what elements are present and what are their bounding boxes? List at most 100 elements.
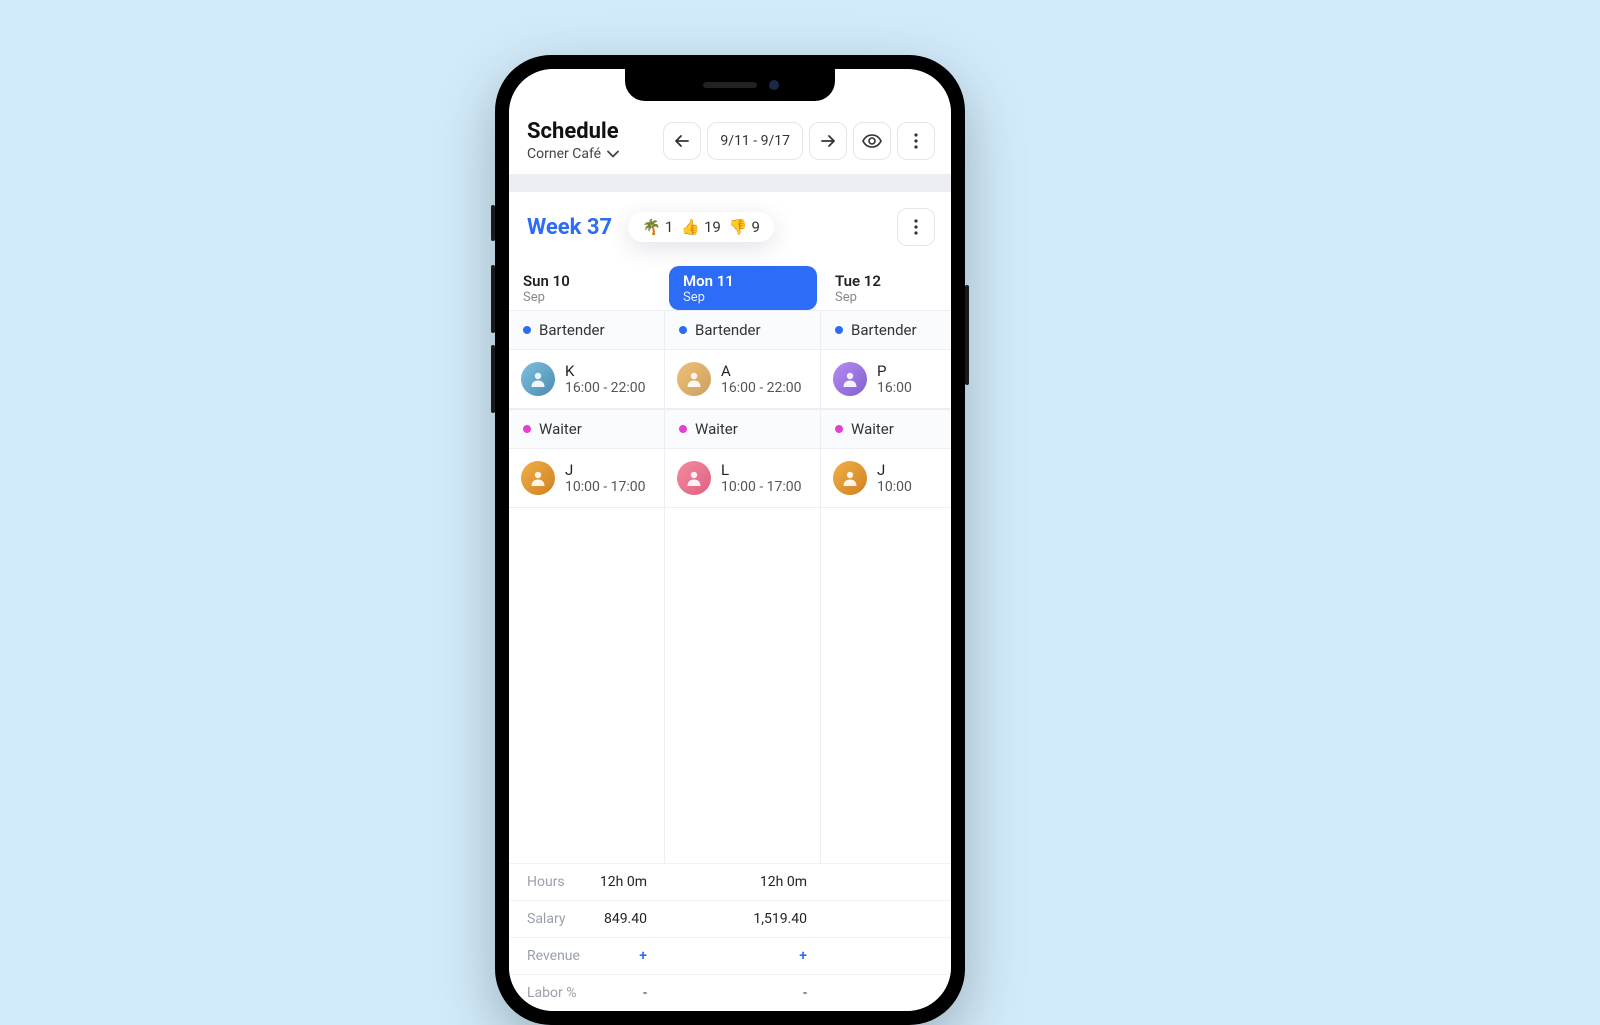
summary-value: - xyxy=(593,975,665,1011)
role-label: Waiter xyxy=(539,420,582,438)
volume-down-button xyxy=(491,345,495,413)
role-cell[interactable]: Bartender xyxy=(509,311,665,349)
shift-cell[interactable]: J 10:00 - 17:00 xyxy=(509,449,665,508)
view-button[interactable] xyxy=(853,122,891,160)
week-left: Week 37 🌴 1 👍 19 👎 9 xyxy=(527,212,774,242)
header-title-block: Schedule Corner Café xyxy=(527,119,619,162)
week-label[interactable]: Week 37 xyxy=(527,215,612,240)
summary-row-salary: Salary 849.40 1,519.40 xyxy=(509,900,951,937)
add-revenue-button[interactable]: + xyxy=(665,938,821,974)
location-name: Corner Café xyxy=(527,146,601,162)
shift-time: 16:00 - 22:00 xyxy=(565,380,646,396)
phone-frame: Schedule Corner Café xyxy=(495,55,965,1025)
shift-cell[interactable]: L 10:00 - 17:00 xyxy=(665,449,821,508)
role-label: Bartender xyxy=(539,321,605,339)
summary-row-revenue: Revenue + + xyxy=(509,937,951,974)
summary-value: - xyxy=(665,975,821,1011)
role-cell[interactable]: Bartender xyxy=(821,311,951,349)
shift-cell[interactable]: A 16:00 - 22:00 xyxy=(665,350,821,409)
stat-vacation-value: 1 xyxy=(665,218,673,236)
shift-cell[interactable]: J 10:00 xyxy=(821,449,951,508)
arrow-left-icon xyxy=(674,134,690,148)
role-label: Waiter xyxy=(695,420,738,438)
role-label: Bartender xyxy=(851,321,917,339)
employee-name: P xyxy=(877,362,912,380)
stat-declined: 👎 9 xyxy=(729,218,760,236)
role-cell[interactable]: Waiter xyxy=(509,410,665,448)
shift-info: P 16:00 xyxy=(877,362,912,396)
stat-approved-value: 19 xyxy=(704,218,721,236)
day-tabs: Sun 10 Sep Mon 11 Sep Tue 12 Sep xyxy=(509,266,951,310)
summary-value: 849.40 xyxy=(593,901,665,937)
employee-name: A xyxy=(721,362,802,380)
avatar xyxy=(521,362,555,396)
shift-time: 16:00 - 22:00 xyxy=(721,380,802,396)
day-tab-tue[interactable]: Tue 12 Sep xyxy=(821,266,951,310)
stat-approved: 👍 19 xyxy=(681,218,721,236)
shift-info: J 10:00 xyxy=(877,461,912,495)
shift-time: 10:00 xyxy=(877,479,912,495)
role-cell[interactable]: Waiter xyxy=(821,410,951,448)
summary-row-hours: Hours 12h 0m 12h 0m xyxy=(509,863,951,900)
date-range-button[interactable]: 9/11 - 9/17 xyxy=(707,122,803,160)
palm-tree-icon: 🌴 xyxy=(642,218,661,236)
stat-declined-value: 9 xyxy=(752,218,760,236)
summary-table: Hours 12h 0m 12h 0m Salary 849.40 1,519.… xyxy=(509,863,951,1011)
day-month: Sep xyxy=(683,290,817,305)
empty-grid-area xyxy=(509,508,951,863)
date-range-text: 9/11 - 9/17 xyxy=(720,133,790,149)
day-month: Sep xyxy=(523,290,665,305)
shift-info: J 10:00 - 17:00 xyxy=(565,461,646,495)
shift-cell[interactable]: P 16:00 xyxy=(821,350,951,409)
summary-row-labor: Labor % - - xyxy=(509,974,951,1011)
week-more-button[interactable] xyxy=(897,208,935,246)
day-label: Mon 11 xyxy=(683,272,817,290)
shift-info: A 16:00 - 22:00 xyxy=(721,362,802,396)
speaker xyxy=(703,82,757,88)
employee-name: K xyxy=(565,362,646,380)
shift-info: L 10:00 - 17:00 xyxy=(721,461,802,495)
role-row-waiter: Waiter Waiter Waiter xyxy=(509,409,951,449)
day-tab-sun[interactable]: Sun 10 Sep xyxy=(509,266,665,310)
shift-time: 10:00 - 17:00 xyxy=(565,479,646,495)
mute-switch xyxy=(491,205,495,241)
role-row-bartender: Bartender Bartender Bartender xyxy=(509,310,951,350)
role-dot-icon xyxy=(523,425,531,433)
week-stats-chip[interactable]: 🌴 1 👍 19 👎 9 xyxy=(628,212,774,242)
day-tab-mon[interactable]: Mon 11 Sep xyxy=(665,266,821,310)
employee-name: L xyxy=(721,461,802,479)
stat-vacation: 🌴 1 xyxy=(642,218,673,236)
schedule-app: Schedule Corner Café xyxy=(509,69,951,1011)
empty-col xyxy=(665,508,821,863)
arrow-right-icon xyxy=(820,134,836,148)
power-button xyxy=(965,285,969,385)
thumbs-up-icon: 👍 xyxy=(681,218,700,236)
add-revenue-button[interactable]: + xyxy=(593,938,665,974)
empty-col xyxy=(821,508,951,863)
role-dot-icon xyxy=(523,326,531,334)
avatar xyxy=(677,362,711,396)
header-controls: 9/11 - 9/17 xyxy=(663,122,935,160)
summary-value: 12h 0m xyxy=(665,864,821,900)
volume-up-button xyxy=(491,265,495,333)
front-camera xyxy=(769,80,779,90)
shift-cell[interactable]: K 16:00 - 22:00 xyxy=(509,350,665,409)
employee-name: J xyxy=(565,461,646,479)
role-cell[interactable]: Bartender xyxy=(665,311,821,349)
location-selector[interactable]: Corner Café xyxy=(527,146,619,162)
summary-label: Labor % xyxy=(509,975,593,1011)
day-label: Sun 10 xyxy=(523,272,665,290)
week-bar: Week 37 🌴 1 👍 19 👎 9 xyxy=(509,192,951,266)
section-divider xyxy=(509,174,951,192)
thumbs-down-icon: 👎 xyxy=(729,218,748,236)
role-label: Waiter xyxy=(851,420,894,438)
prev-week-button[interactable] xyxy=(663,122,701,160)
more-vertical-icon xyxy=(914,133,918,149)
role-cell[interactable]: Waiter xyxy=(665,410,821,448)
header-more-button[interactable] xyxy=(897,122,935,160)
role-dot-icon xyxy=(835,326,843,334)
eye-icon xyxy=(862,134,882,148)
next-week-button[interactable] xyxy=(809,122,847,160)
role-dot-icon xyxy=(835,425,843,433)
summary-label: Revenue xyxy=(509,938,593,974)
